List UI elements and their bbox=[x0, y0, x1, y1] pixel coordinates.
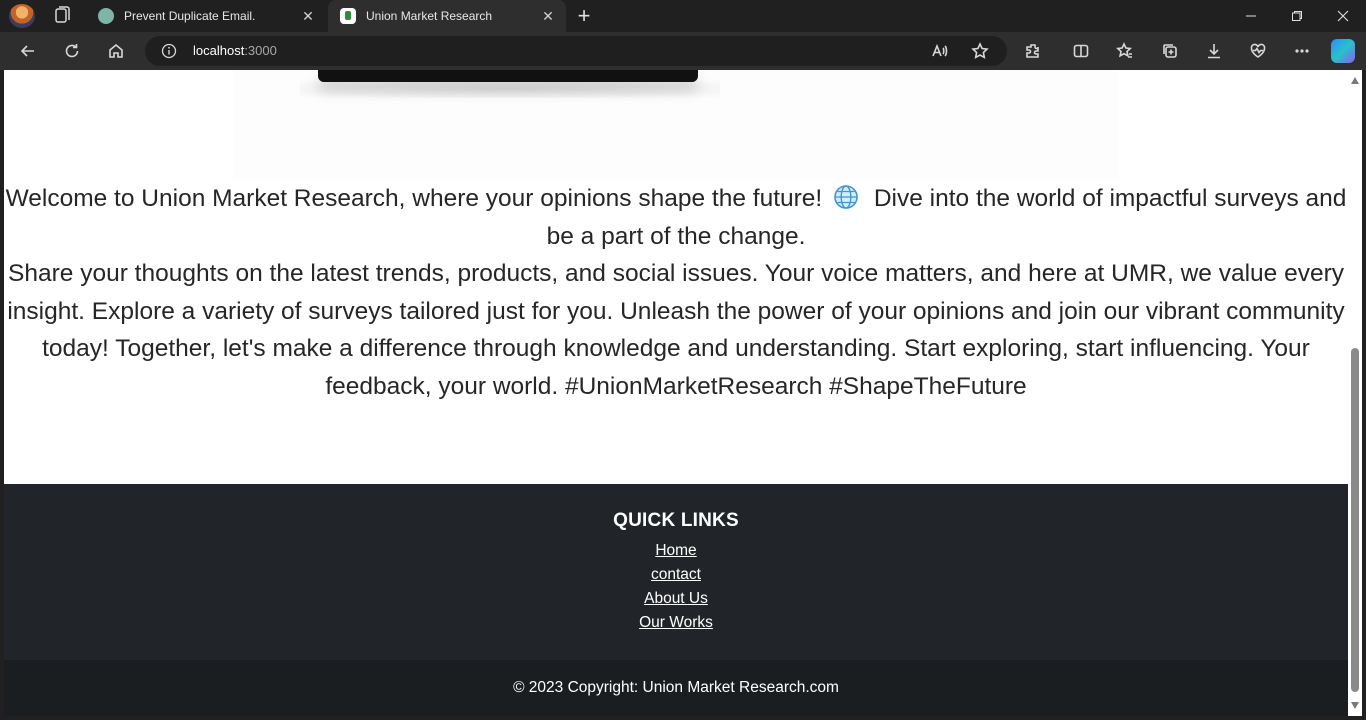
scroll-down-arrow-icon[interactable] bbox=[1351, 702, 1359, 709]
more-options-icon[interactable] bbox=[1289, 38, 1315, 64]
quick-links-heading: QUICK LINKS bbox=[613, 510, 739, 531]
list-item: Our Works bbox=[4, 611, 1348, 635]
window-bottom-edge bbox=[0, 716, 1366, 720]
hero-laptop-image bbox=[234, 70, 1118, 179]
browser-essentials-icon[interactable] bbox=[1245, 38, 1271, 64]
list-item: About Us bbox=[4, 587, 1348, 611]
extensions-icon[interactable] bbox=[1020, 38, 1046, 64]
minimize-button[interactable] bbox=[1228, 0, 1274, 32]
scrollbar-thumb[interactable] bbox=[1351, 348, 1359, 692]
url-port: :3000 bbox=[244, 43, 277, 58]
footer-link-our-works[interactable]: Our Works bbox=[639, 614, 713, 631]
favorite-star-icon[interactable] bbox=[967, 38, 993, 64]
restore-button[interactable] bbox=[1274, 0, 1320, 32]
address-bar[interactable]: localhost:3000 bbox=[145, 36, 1007, 66]
intro-welcome-text: Welcome to Union Market Research, where … bbox=[5, 185, 823, 212]
copyright-bar: © 2023 Copyright: Union Market Research.… bbox=[4, 660, 1348, 716]
umr-icon bbox=[340, 8, 356, 24]
footer-link-contact[interactable]: contact bbox=[651, 566, 701, 583]
tab-prevent-duplicate-email[interactable]: Prevent Duplicate Email. ✕ bbox=[86, 0, 326, 32]
url-host: localhost bbox=[193, 43, 245, 58]
footer: QUICK LINKS Home contact About Us Our Wo… bbox=[4, 484, 1348, 660]
copilot-icon[interactable] bbox=[1331, 39, 1355, 63]
back-icon[interactable] bbox=[15, 38, 41, 64]
page-viewport: Welcome to Union Market Research, where … bbox=[4, 70, 1348, 716]
quick-links-list: Home contact About Us Our Works bbox=[4, 539, 1348, 635]
new-tab-button[interactable]: + bbox=[573, 3, 595, 28]
favorites-icon[interactable] bbox=[1112, 38, 1138, 64]
tab-title: Union Market Research bbox=[366, 9, 493, 23]
window-right-edge bbox=[1362, 70, 1366, 720]
laptop-shadow bbox=[300, 80, 720, 98]
intro-text: Welcome to Union Market Research, where … bbox=[4, 180, 1348, 405]
intro-paragraph-2: Share your thoughts on the latest trends… bbox=[7, 260, 1345, 400]
footer-link-about-us[interactable]: About Us bbox=[644, 590, 708, 607]
chatgpt-icon bbox=[98, 8, 114, 24]
close-icon[interactable]: ✕ bbox=[299, 7, 317, 25]
workspaces-icon[interactable] bbox=[50, 4, 74, 28]
intro-paragraph-1: Welcome to Union Market Research, where … bbox=[4, 180, 1348, 255]
window-left-edge bbox=[0, 70, 4, 720]
collections-icon[interactable] bbox=[1157, 38, 1183, 64]
scroll-up-arrow-icon[interactable] bbox=[1351, 77, 1359, 84]
tab-strip: Prevent Duplicate Email. ✕ Union Market … bbox=[0, 0, 1366, 32]
copyright-text: © 2023 Copyright: Union Market Research.… bbox=[513, 679, 839, 696]
profile-avatar[interactable] bbox=[9, 4, 35, 28]
home-icon[interactable] bbox=[103, 38, 129, 64]
close-icon[interactable]: ✕ bbox=[539, 7, 557, 25]
laptop-base bbox=[318, 70, 698, 82]
read-aloud-icon[interactable] bbox=[927, 38, 953, 64]
globe-icon bbox=[833, 184, 859, 210]
refresh-icon[interactable] bbox=[59, 38, 85, 64]
info-icon[interactable] bbox=[161, 43, 177, 59]
page-scrollbar[interactable] bbox=[1348, 70, 1362, 716]
footer-link-home[interactable]: Home bbox=[655, 542, 696, 559]
tab-title: Prevent Duplicate Email. bbox=[124, 9, 256, 23]
list-item: contact bbox=[4, 563, 1348, 587]
split-screen-icon[interactable] bbox=[1068, 38, 1094, 64]
list-item: Home bbox=[4, 539, 1348, 563]
downloads-icon[interactable] bbox=[1201, 38, 1227, 64]
close-window-button[interactable] bbox=[1320, 0, 1366, 32]
browser-toolbar: localhost:3000 bbox=[0, 32, 1366, 70]
url-text[interactable]: localhost:3000 bbox=[193, 43, 277, 58]
tab-union-market-research[interactable]: Union Market Research ✕ bbox=[328, 0, 566, 32]
